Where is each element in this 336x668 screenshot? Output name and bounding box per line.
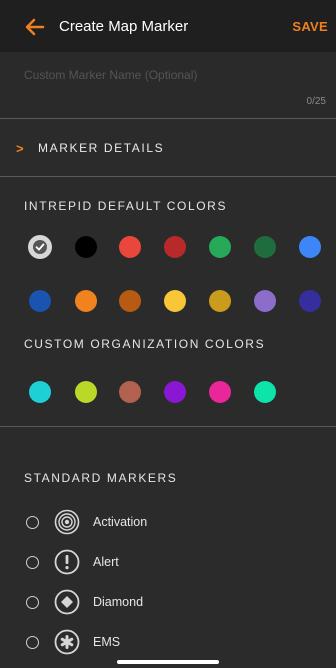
color-swatch[interactable] — [209, 236, 231, 258]
marker-name-field[interactable]: Custom Marker Name (Optional) 0/25 — [0, 52, 336, 116]
color-swatch[interactable] — [164, 236, 186, 258]
color-swatch[interactable] — [164, 381, 186, 403]
color-swatch[interactable] — [209, 381, 231, 403]
marker-label: Activation — [93, 515, 148, 529]
app-header: Create Map Marker SAVE — [0, 0, 336, 52]
chevron-right-icon: > — [16, 141, 24, 156]
activation-icon — [54, 509, 80, 535]
color-swatch[interactable] — [164, 290, 186, 312]
marker-label: Alert — [93, 555, 119, 569]
marker-label: Diamond — [93, 595, 144, 609]
home-indicator — [117, 660, 219, 664]
divider — [0, 176, 336, 177]
save-button[interactable]: SAVE — [292, 19, 328, 34]
marker-option-activation[interactable]: Activation — [0, 503, 336, 543]
color-swatch[interactable] — [119, 290, 141, 312]
diamond-icon — [54, 589, 80, 615]
color-swatch[interactable] — [75, 236, 97, 258]
custom-colors-label: CUSTOM ORGANIZATION COLORS — [24, 337, 266, 351]
marker-details-label: MARKER DETAILS — [38, 141, 165, 155]
marker-name-placeholder: Custom Marker Name (Optional) — [24, 68, 198, 82]
color-swatch[interactable] — [29, 381, 51, 403]
color-swatch[interactable] — [119, 236, 141, 258]
radio-button[interactable] — [26, 636, 39, 649]
marker-label: EMS — [93, 635, 121, 649]
checkmark-icon — [33, 240, 47, 254]
radio-button[interactable] — [26, 556, 39, 569]
color-swatch[interactable] — [29, 290, 51, 312]
back-arrow-icon[interactable] — [24, 16, 46, 38]
color-swatch[interactable] — [209, 290, 231, 312]
page-title: Create Map Marker — [59, 18, 189, 35]
marker-option-diamond[interactable]: Diamond — [0, 583, 336, 623]
alert-icon — [54, 549, 80, 575]
color-swatch[interactable] — [75, 290, 97, 312]
marker-option-alert[interactable]: Alert — [0, 543, 336, 583]
marker-option-ems[interactable]: EMS — [0, 623, 336, 663]
marker-details-toggle[interactable]: > MARKER DETAILS — [0, 119, 336, 174]
color-swatch[interactable] — [119, 381, 141, 403]
ems-icon — [54, 629, 80, 655]
default-colors-label: INTREPID DEFAULT COLORS — [24, 199, 228, 213]
color-swatch[interactable] — [299, 236, 321, 258]
color-swatch[interactable] — [299, 290, 321, 312]
radio-button[interactable] — [26, 516, 39, 529]
radio-button[interactable] — [26, 596, 39, 609]
standard-markers-label: STANDARD MARKERS — [24, 471, 178, 485]
color-swatch[interactable] — [75, 381, 97, 403]
color-swatch[interactable] — [254, 236, 276, 258]
color-swatch[interactable] — [254, 381, 276, 403]
character-counter: 0/25 — [306, 96, 326, 107]
divider — [0, 426, 336, 427]
color-swatch-selected[interactable] — [28, 235, 52, 259]
color-swatch[interactable] — [254, 290, 276, 312]
